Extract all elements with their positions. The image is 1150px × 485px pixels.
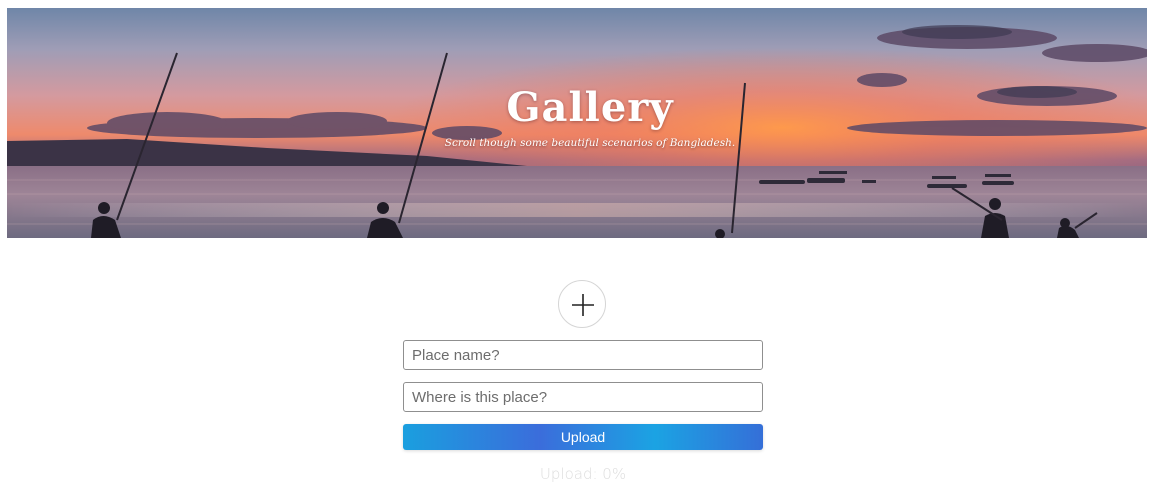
page-subtitle: Scroll though some beautiful scenarios o… — [444, 137, 736, 149]
gallery-page: Gallery Scroll though some beautiful sce… — [0, 0, 1150, 485]
add-image-button[interactable] — [558, 280, 606, 328]
upload-progress-text: Upload: 0% — [539, 465, 627, 483]
upload-button[interactable]: Upload — [403, 424, 763, 450]
hero-banner: Gallery Scroll though some beautiful sce… — [7, 8, 1147, 238]
page-title: Gallery — [506, 84, 674, 131]
plus-icon — [572, 294, 594, 316]
place-location-input[interactable] — [403, 382, 763, 412]
place-name-input[interactable] — [403, 340, 763, 370]
